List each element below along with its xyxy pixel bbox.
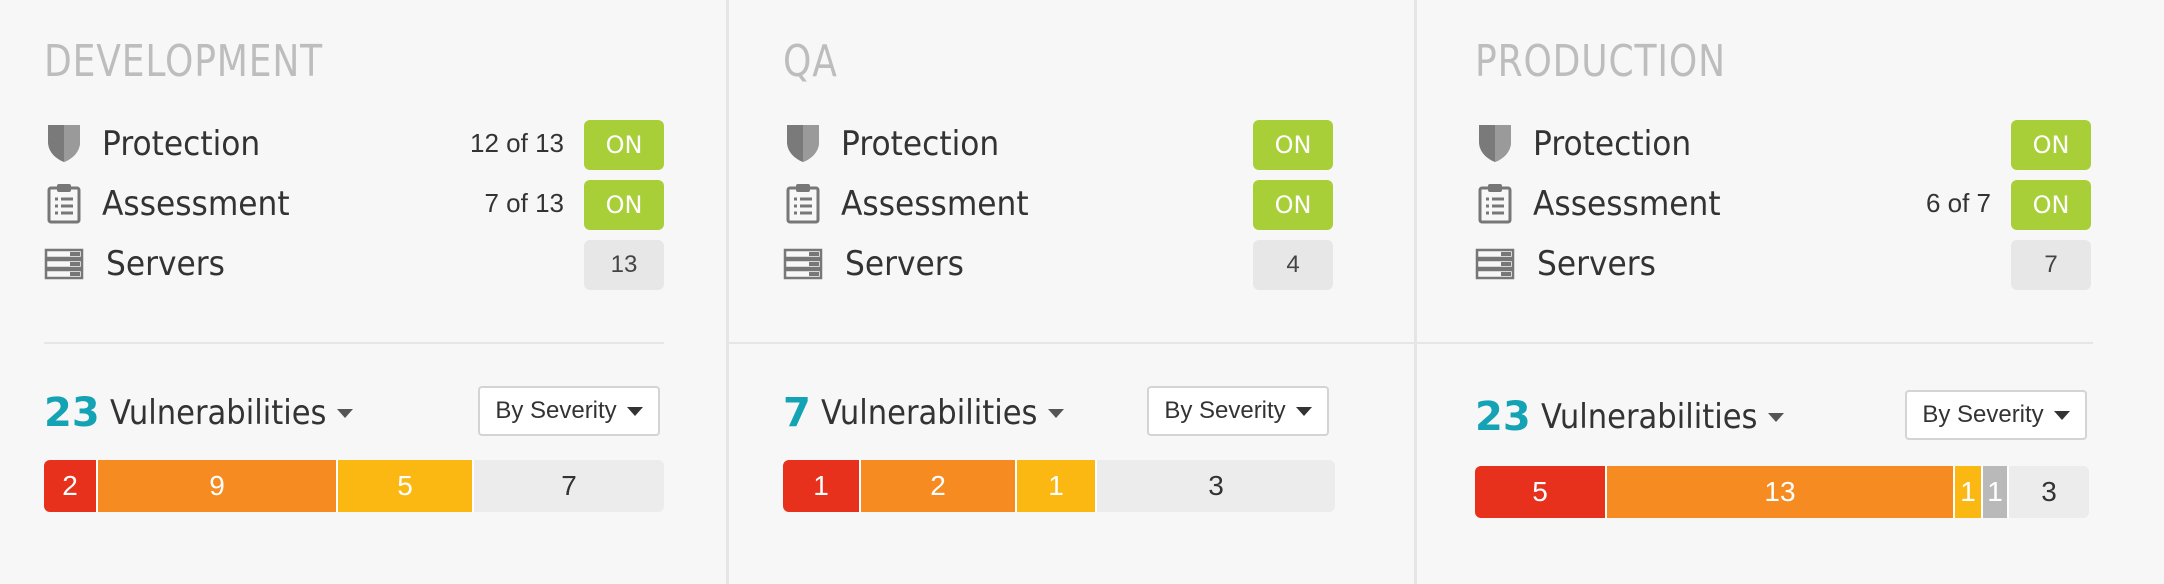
- vulnerabilities-label[interactable]: Vulnerabilities: [1541, 397, 1758, 437]
- severity-segment-none[interactable]: 3: [2009, 466, 2089, 518]
- status-rows: Protection ON Assessment 6 of 7 ON Serve…: [1475, 116, 2091, 296]
- severity-bar: 2 9 5 7: [44, 460, 664, 512]
- by-severity-label: By Severity: [495, 397, 617, 424]
- severity-segment-medium[interactable]: 1: [1955, 466, 1983, 518]
- severity-segment-none[interactable]: 3: [1097, 460, 1335, 512]
- vulnerabilities-header: 23 Vulnerabilities By Severity: [44, 386, 664, 446]
- severity-segment-medium[interactable]: 5: [338, 460, 474, 512]
- chevron-down-icon[interactable]: [1048, 408, 1065, 418]
- environment-panel-qa: QA Protection ON Assessment ON Servers 4: [726, 0, 1417, 584]
- status-rows: Protection 12 of 13 ON Assessment 7 of 1…: [44, 116, 664, 296]
- severity-segment-critical[interactable]: 1: [783, 460, 861, 512]
- vulnerabilities-label[interactable]: Vulnerabilities: [821, 393, 1038, 433]
- severity-segment-high[interactable]: 9: [98, 460, 338, 512]
- assessment-toggle[interactable]: ON: [584, 180, 664, 230]
- protection-toggle[interactable]: ON: [2011, 120, 2091, 170]
- severity-segment-none[interactable]: 7: [474, 460, 664, 512]
- servers-row[interactable]: Servers 4: [783, 236, 1333, 296]
- environment-title: PRODUCTION: [1475, 36, 1726, 87]
- servers-count-badge[interactable]: 13: [584, 240, 664, 290]
- protection-row[interactable]: Protection ON: [1475, 116, 2091, 176]
- protection-count: 12 of 13: [470, 128, 564, 158]
- severity-segment-medium[interactable]: 1: [1017, 460, 1097, 512]
- vulnerabilities-total: 7: [783, 390, 811, 436]
- vulnerabilities-header: 23 Vulnerabilities By Severity: [1475, 390, 2091, 450]
- environment-panel-production: PRODUCTION Protection ON Assessment 6 of…: [1414, 0, 2164, 584]
- servers-label: Servers: [845, 244, 964, 284]
- vulnerabilities-header: 7 Vulnerabilities By Severity: [783, 386, 1333, 446]
- severity-bar: 1 2 1 3: [783, 460, 1335, 512]
- section-divider: [1417, 342, 2093, 344]
- assessment-row[interactable]: Assessment ON: [783, 176, 1333, 236]
- chevron-down-icon: [626, 406, 643, 416]
- protection-row[interactable]: Protection 12 of 13 ON: [44, 116, 664, 176]
- by-severity-dropdown[interactable]: By Severity: [1147, 386, 1329, 436]
- assessment-toggle[interactable]: ON: [1253, 180, 1333, 230]
- environment-title: QA: [783, 36, 838, 87]
- vulnerabilities-total: 23: [44, 390, 100, 436]
- assessment-toggle[interactable]: ON: [2011, 180, 2091, 230]
- servers-label: Servers: [106, 244, 225, 284]
- severity-segment-critical[interactable]: 5: [1475, 466, 1607, 518]
- server-stack-icon: [783, 248, 823, 280]
- assessment-row[interactable]: Assessment 7 of 13 ON: [44, 176, 664, 236]
- servers-label: Servers: [1537, 244, 1656, 284]
- by-severity-dropdown[interactable]: By Severity: [478, 386, 660, 436]
- servers-count-badge[interactable]: 4: [1253, 240, 1333, 290]
- assessment-label: Assessment: [1533, 184, 1721, 224]
- severity-bar: 5 13 1 1 3: [1475, 466, 2089, 518]
- vulnerabilities-total: 23: [1475, 394, 1531, 440]
- by-severity-label: By Severity: [1922, 401, 2044, 428]
- server-stack-icon: [1475, 248, 1515, 280]
- shield-icon: [48, 125, 80, 162]
- assessment-row[interactable]: Assessment 6 of 7 ON: [1475, 176, 2091, 236]
- environment-panels: DEVELOPMENT Protection 12 of 13 ON Asses…: [0, 0, 2164, 584]
- assessment-label: Assessment: [102, 184, 290, 224]
- protection-toggle[interactable]: ON: [1253, 120, 1333, 170]
- chevron-down-icon: [2053, 410, 2070, 420]
- environment-panel-development: DEVELOPMENT Protection 12 of 13 ON Asses…: [0, 0, 726, 584]
- assessment-count: 6 of 7: [1925, 188, 1991, 218]
- severity-segment-high[interactable]: 2: [861, 460, 1017, 512]
- severity-segment-high[interactable]: 13: [1607, 466, 1955, 518]
- clipboard-icon: [786, 184, 820, 224]
- protection-label: Protection: [841, 124, 1000, 164]
- servers-row[interactable]: Servers 7: [1475, 236, 2091, 296]
- severity-segment-low[interactable]: 1: [1983, 466, 2009, 518]
- chevron-down-icon[interactable]: [337, 408, 354, 418]
- servers-row[interactable]: Servers 13: [44, 236, 664, 296]
- shield-icon: [787, 125, 819, 162]
- by-severity-label: By Severity: [1164, 397, 1286, 424]
- status-rows: Protection ON Assessment ON Servers 4: [783, 116, 1333, 296]
- protection-toggle[interactable]: ON: [584, 120, 664, 170]
- shield-icon: [1479, 125, 1511, 162]
- assessment-count: 7 of 13: [484, 188, 564, 218]
- protection-label: Protection: [102, 124, 261, 164]
- chevron-down-icon: [1295, 406, 1312, 416]
- assessment-label: Assessment: [841, 184, 1029, 224]
- protection-row[interactable]: Protection ON: [783, 116, 1333, 176]
- vulnerabilities-label[interactable]: Vulnerabilities: [110, 393, 327, 433]
- server-stack-icon: [44, 248, 84, 280]
- section-divider: [729, 342, 1417, 344]
- servers-count-badge[interactable]: 7: [2011, 240, 2091, 290]
- by-severity-dropdown[interactable]: By Severity: [1905, 390, 2087, 440]
- chevron-down-icon[interactable]: [1768, 412, 1785, 422]
- protection-label: Protection: [1533, 124, 1692, 164]
- section-divider: [44, 342, 664, 344]
- severity-segment-critical[interactable]: 2: [44, 460, 98, 512]
- environment-title: DEVELOPMENT: [44, 36, 324, 87]
- clipboard-icon: [1478, 184, 1512, 224]
- clipboard-icon: [47, 184, 81, 224]
